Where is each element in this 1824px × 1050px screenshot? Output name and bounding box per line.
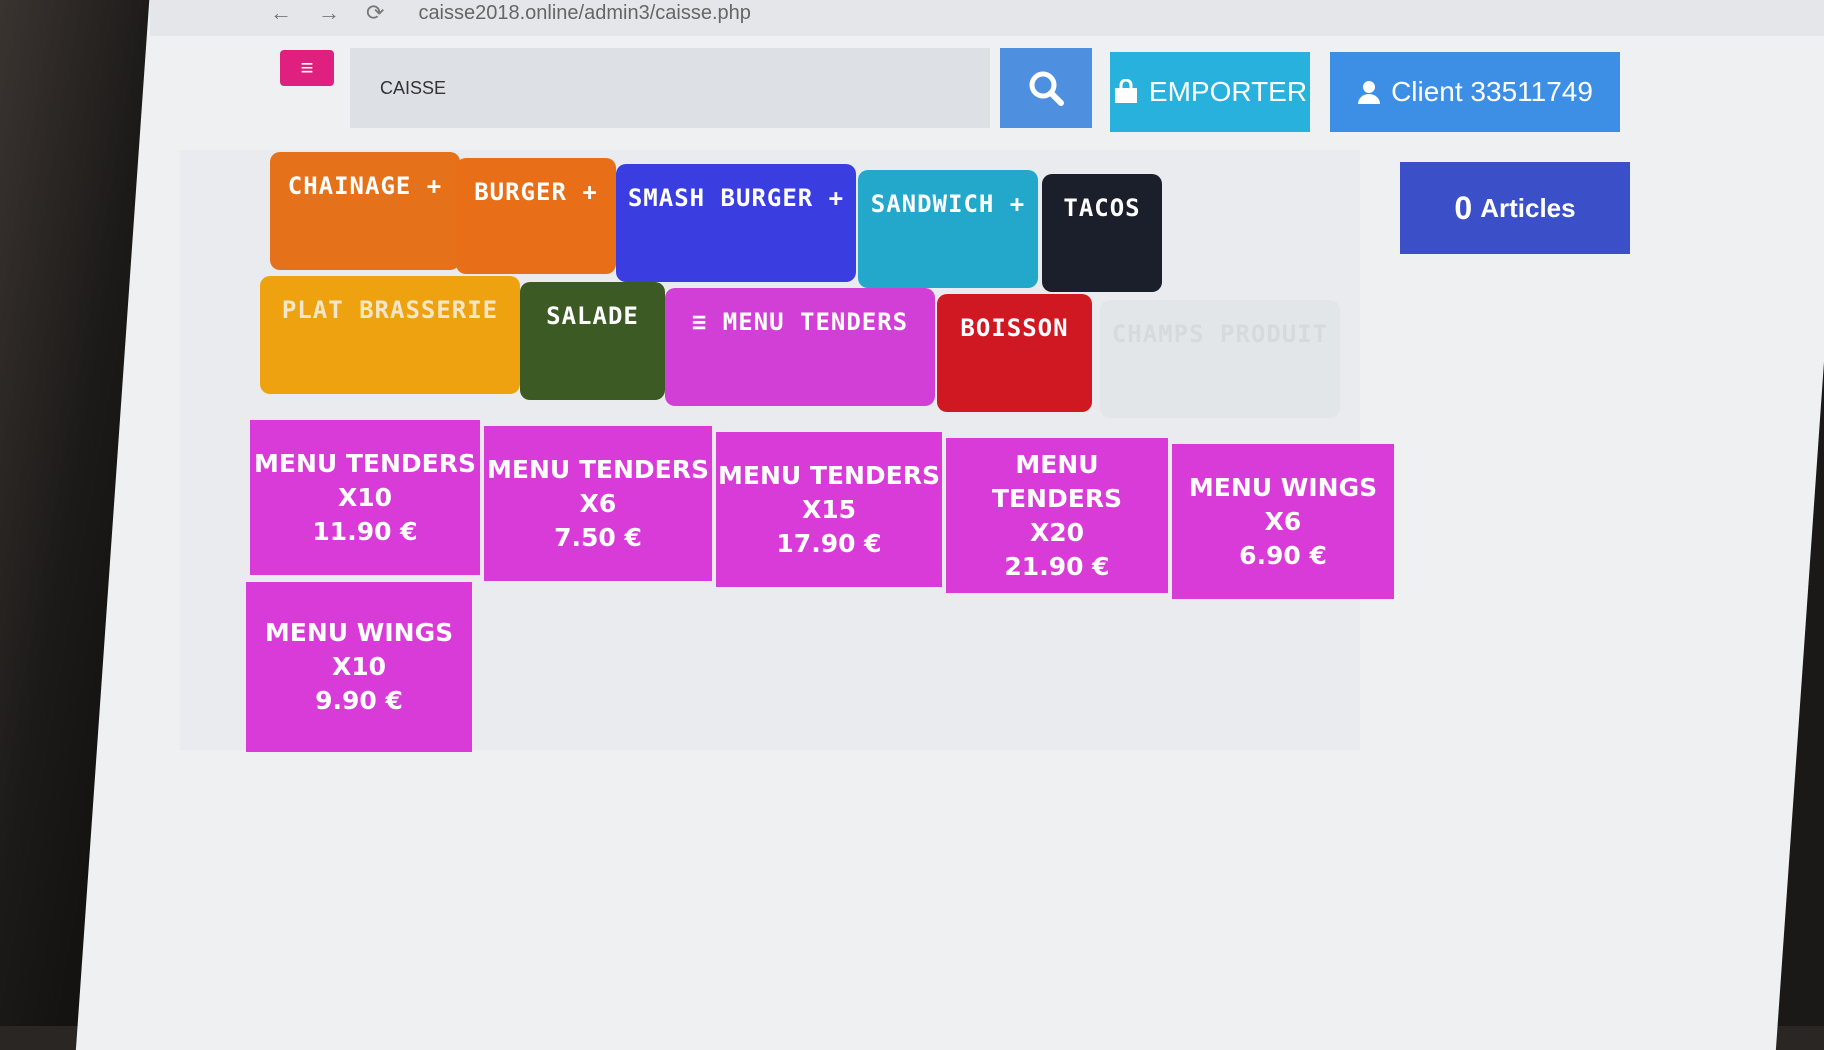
product-name: MENU TENDERS xyxy=(991,449,1123,513)
product-qty: X15 xyxy=(801,494,857,524)
product-tile[interactable]: MENU TENDERS X6 7.50 € xyxy=(484,426,712,581)
product-qty: X20 xyxy=(1029,517,1085,547)
articles-label: Articles xyxy=(1480,192,1576,223)
product-price: 21.90 € xyxy=(1004,551,1110,581)
emporter-button[interactable]: EMPORTER xyxy=(1110,52,1310,132)
product-qty: X6 xyxy=(579,488,617,518)
category-menu-tenders[interactable]: ≡ MENU TENDERS xyxy=(665,288,935,406)
forward-icon[interactable]: → xyxy=(318,0,340,26)
product-price: 9.90 € xyxy=(315,686,403,715)
search-label: CAISSE xyxy=(380,77,447,98)
search-input[interactable]: CAISSE xyxy=(350,48,990,128)
category-sandwich[interactable]: SANDWICH + xyxy=(858,170,1038,288)
articles-counter[interactable]: 0 Articles xyxy=(1400,162,1630,254)
product-name: MENU TENDERS xyxy=(253,448,477,478)
product-tile[interactable]: MENU WINGS X6 6.90 € xyxy=(1172,444,1394,599)
reload-icon[interactable]: ⟳ xyxy=(366,0,384,26)
bag-icon xyxy=(1114,79,1137,103)
category-champs-produit[interactable]: CHAMPS PRODUIT xyxy=(1100,300,1340,418)
articles-count: 0 xyxy=(1454,189,1473,226)
category-tacos[interactable]: TACOS xyxy=(1042,174,1162,292)
client-label: Client 33511749 xyxy=(1391,76,1593,107)
hamburger-icon: ≡ xyxy=(300,55,314,80)
user-icon xyxy=(1358,81,1381,104)
product-tile[interactable]: MENU TENDERS X20 21.90 € xyxy=(946,438,1168,593)
toolbar: ≡ CAISSE EMPORTER Client 33511749 xyxy=(230,42,1810,132)
category-burger[interactable]: BURGER + xyxy=(456,158,616,274)
product-qty: X6 xyxy=(1264,506,1302,536)
product-qty: X10 xyxy=(337,482,393,512)
category-smash-burger[interactable]: SMASH BURGER + xyxy=(616,164,856,282)
address-bar[interactable]: caisse2018.online/admin3/caisse.php xyxy=(418,2,750,25)
product-tile[interactable]: MENU WINGS X10 9.90 € xyxy=(246,582,472,752)
product-name: MENU TENDERS xyxy=(486,454,710,484)
emporter-label: EMPORTER xyxy=(1148,76,1308,107)
product-name: MENU WINGS xyxy=(264,618,454,647)
menu-toggle-button[interactable]: ≡ xyxy=(280,50,334,86)
product-name: MENU TENDERS xyxy=(717,460,941,490)
product-price: 7.50 € xyxy=(554,522,642,552)
screen: ← → ⟳ caisse2018.online/admin3/caisse.ph… xyxy=(75,0,1824,1050)
client-button[interactable]: Client 33511749 xyxy=(1330,52,1620,132)
product-name: MENU WINGS xyxy=(1188,472,1378,502)
product-qty: X10 xyxy=(331,652,387,681)
product-price: 6.90 € xyxy=(1239,540,1327,570)
search-icon xyxy=(1029,71,1064,106)
product-price: 17.90 € xyxy=(776,528,882,558)
category-boisson[interactable]: BOISSON xyxy=(937,294,1092,412)
search-button[interactable] xyxy=(1000,48,1092,128)
product-price: 11.90 € xyxy=(312,516,418,546)
category-chainage[interactable]: CHAINAGE + xyxy=(270,152,460,270)
product-tile[interactable]: MENU TENDERS X15 17.90 € xyxy=(716,432,942,587)
category-plat-brasserie[interactable]: PLAT BRASSERIE xyxy=(260,276,520,394)
category-salade[interactable]: SALADE xyxy=(520,282,665,400)
browser-bar: ← → ⟳ caisse2018.online/admin3/caisse.ph… xyxy=(150,0,1824,36)
back-icon[interactable]: ← xyxy=(270,0,292,26)
product-tile[interactable]: MENU TENDERS X10 11.90 € xyxy=(250,420,480,575)
